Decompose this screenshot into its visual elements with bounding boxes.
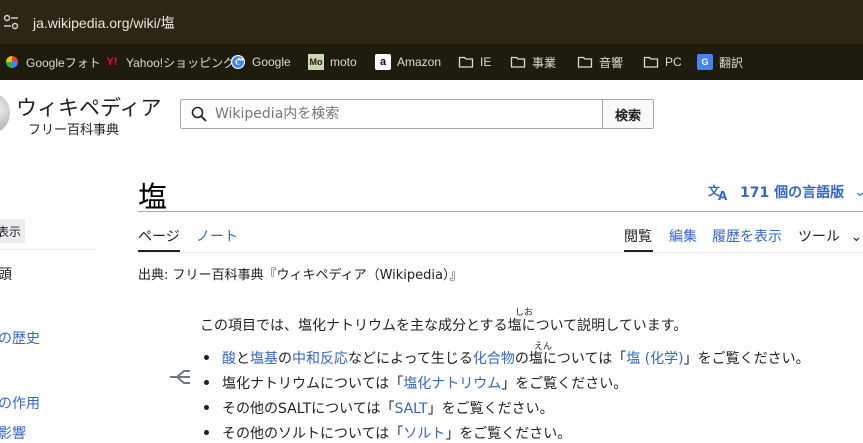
link-sodium-chloride[interactable]: 塩化ナトリウム xyxy=(403,376,501,392)
tab-edit[interactable]: 編集 xyxy=(669,226,697,246)
hatnote-item-salt: その他のSALTについては「SALT」をご覧ください。 xyxy=(222,401,554,417)
bookmark-moto[interactable]: Mo moto xyxy=(308,44,357,80)
hatnote-item-nacl: 塩化ナトリウムについては「塩化ナトリウム」をご覧ください。 xyxy=(222,376,628,392)
bullet xyxy=(204,355,209,360)
site-settings-icon[interactable] xyxy=(3,14,19,30)
toc-item-influence[interactable]: 影響 xyxy=(0,423,26,443)
bookmark-folder-audio[interactable]: 音響 xyxy=(577,44,623,80)
site-sub: 出典: フリー百科事典『ウィキペディア（Wikipedia）』 xyxy=(138,268,463,283)
bookmark-google[interactable]: Google xyxy=(230,44,291,80)
svg-text:A: A xyxy=(718,189,728,201)
toc-item-effects[interactable]: の作用 xyxy=(0,393,40,413)
search-icon xyxy=(191,106,207,122)
wikipedia-wordmark[interactable]: ウィキペディア xyxy=(16,92,162,122)
translate-icon: G xyxy=(697,54,713,70)
search-button[interactable]: 検索 xyxy=(602,99,654,129)
bookmark-translate[interactable]: G 翻訳 xyxy=(697,44,743,80)
yahoo-icon: Y! xyxy=(106,56,118,68)
link-salt-chemistry[interactable]: 塩 (化学) xyxy=(626,351,683,367)
google-photos-icon xyxy=(6,56,18,68)
folder-icon xyxy=(577,56,593,68)
google-icon xyxy=(231,55,245,69)
wikipedia-globe-logo[interactable] xyxy=(0,94,10,132)
link-salt-disambig[interactable]: SALT xyxy=(394,401,427,417)
bullet xyxy=(204,380,209,385)
tab-read[interactable]: 閲覧 xyxy=(624,226,652,246)
tab-page[interactable]: ページ xyxy=(138,226,180,246)
folder-icon xyxy=(510,56,526,68)
folder-icon xyxy=(458,56,474,68)
wikipedia-tagline: フリー百科事典 xyxy=(28,123,120,138)
bookmark-folder-ie[interactable]: IE xyxy=(458,44,491,80)
link-compound[interactable]: 化合物 xyxy=(473,351,515,367)
language-count: 171 個の言語版 xyxy=(740,185,845,201)
tabs-divider xyxy=(138,252,863,253)
tab-history[interactable]: 履歴を表示 xyxy=(712,226,782,246)
chevron-down-icon: ⌄ xyxy=(850,229,863,245)
url-text[interactable]: ja.wikipedia.org/wiki/塩 xyxy=(33,13,175,33)
bookmark-amazon[interactable]: a Amazon xyxy=(375,44,441,80)
hatnote-item-chemistry: 酸と塩基の中和反応などによって生じる化合物の塩については「塩 (化学)」をご覧く… xyxy=(222,351,810,367)
translate-icon: 文 A xyxy=(708,183,728,201)
bullet xyxy=(204,405,209,410)
chevron-down-icon: ⌄ xyxy=(854,184,863,200)
tab-talk[interactable]: ノート xyxy=(196,226,238,246)
language-button[interactable]: 文 A 171 個の言語版 ⌄ xyxy=(708,182,863,202)
tab-tools[interactable]: ツール ⌄ xyxy=(798,226,862,246)
hatnote-item-solt: その他のソルトについては「ソルト」をご覧ください。 xyxy=(222,426,572,442)
bookmark-yahoo[interactable]: Y! Yahoo!ショッピング xyxy=(104,44,236,80)
link-acid[interactable]: 酸 xyxy=(222,351,236,367)
title-divider xyxy=(138,211,863,212)
bookmark-folder-business[interactable]: 事業 xyxy=(510,44,556,80)
hatnote-intro: この項目では、塩化ナトリウムを主な成分とする塩について説明しています。 xyxy=(200,318,688,334)
disambiguation-icon xyxy=(170,370,190,384)
bullet xyxy=(204,430,209,435)
bookmarks-bar: Googleフォト Y! Yahoo!ショッピング Google Mo moto… xyxy=(0,44,863,80)
folder-icon xyxy=(643,56,659,68)
toc-item-top[interactable]: 頭 xyxy=(0,264,12,284)
search-input[interactable] xyxy=(215,100,595,128)
toc-item-history[interactable]: の歴史 xyxy=(0,328,40,348)
link-soruto[interactable]: ソルト xyxy=(403,426,445,442)
address-bar[interactable]: ja.wikipedia.org/wiki/塩 xyxy=(0,0,863,44)
bookmark-google-photos[interactable]: Googleフォト xyxy=(4,44,101,80)
page-title: 塩 xyxy=(138,180,168,214)
toc-hide-button[interactable]: 表示 xyxy=(0,219,25,243)
link-base[interactable]: 塩基 xyxy=(250,351,278,367)
amazon-icon: a xyxy=(375,54,391,70)
bookmark-folder-pc[interactable]: PC xyxy=(643,44,682,80)
link-neutralization[interactable]: 中和反応 xyxy=(292,351,348,367)
moto-icon: Mo xyxy=(308,54,324,70)
toc-divider xyxy=(0,249,97,250)
search-box xyxy=(180,99,602,129)
